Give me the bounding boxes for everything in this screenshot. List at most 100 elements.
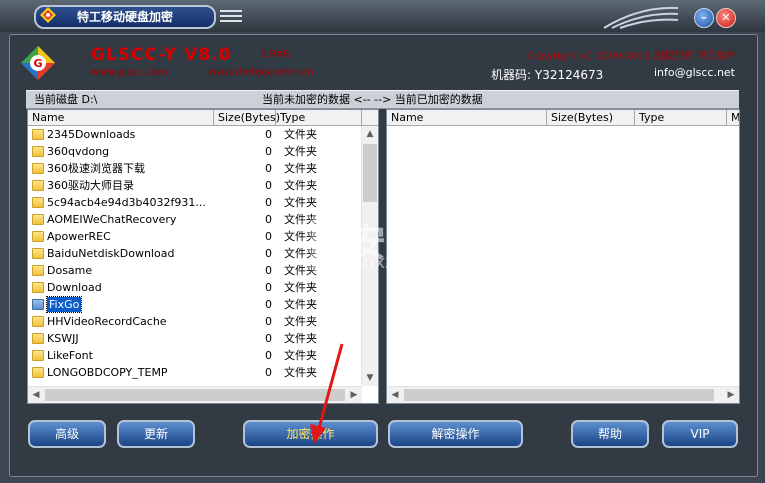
file-size: 0 (265, 196, 272, 209)
file-type: 文件夹 (284, 315, 317, 328)
file-size: 0 (265, 230, 272, 243)
column-name[interactable]: Name (387, 110, 547, 125)
file-size: 0 (265, 264, 272, 277)
site-link-2[interactable]: www.theteacomm.cn (208, 67, 314, 78)
scroll-up-icon[interactable]: ▲ (362, 126, 378, 142)
file-size: 0 (265, 298, 272, 311)
file-name: KSWJJ (47, 332, 79, 345)
folder-icon (32, 350, 44, 361)
folder-icon (32, 163, 44, 174)
file-type: 文件夹 (284, 179, 317, 192)
column-size[interactable]: Size(Bytes) (214, 110, 280, 125)
folder-icon (32, 197, 44, 208)
file-name: 360极速浏览器下载 (47, 162, 145, 175)
file-type: 文件夹 (284, 298, 317, 311)
folder-icon (32, 180, 44, 191)
status-bar: 当前磁盘 D:\ 当前未加密的数据 <-- --> 当前已加密的数据 (26, 90, 739, 109)
contact-email[interactable]: info@glscc.net (654, 66, 735, 79)
file-name: BaiduNetdiskDownload (47, 247, 175, 260)
folder-icon (32, 129, 44, 140)
column-name[interactable]: Name (28, 110, 214, 125)
file-name: 2345Downloads (47, 128, 136, 141)
file-size: 0 (265, 128, 272, 141)
file-name: FixGo (45, 296, 83, 313)
folder-icon (32, 248, 44, 259)
file-size: 0 (265, 179, 272, 192)
table-row[interactable]: Download 0 文件夹 (28, 279, 360, 296)
column-type[interactable]: Type (276, 110, 362, 125)
site-link-1[interactable]: www.glscc.com (91, 67, 168, 78)
copyright-text: Copyright (c) 2009-2019 版权所有 特工软件 (527, 51, 737, 62)
machine-code: 机器码: Y32124673 (491, 68, 604, 82)
scroll-thumb[interactable] (363, 144, 377, 202)
table-row[interactable]: 360极速浏览器下载 0 文件夹 (28, 160, 360, 177)
file-size: 0 (265, 332, 272, 345)
table-row[interactable]: FixGo 0 文件夹 (28, 296, 360, 313)
file-type: 文件夹 (284, 128, 317, 141)
file-name: 360qvdong (47, 145, 110, 158)
table-row[interactable]: 360驱动大师目录 0 文件夹 (28, 177, 360, 194)
scroll-down-icon[interactable]: ▼ (362, 370, 378, 386)
refresh-button[interactable]: 更新 (117, 420, 195, 448)
file-size: 0 (265, 145, 272, 158)
column-type[interactable]: Type (635, 110, 727, 125)
horizontal-scroll-thumb[interactable] (404, 389, 714, 401)
file-name: HHVideoRecordCache (47, 315, 167, 328)
scroll-right-icon[interactable]: ▶ (723, 387, 739, 403)
file-name: LONGOBDCOPY_TEMP (47, 366, 168, 379)
direction-label: 当前未加密的数据 <-- --> 当前已加密的数据 (262, 93, 483, 106)
folder-icon (32, 299, 44, 310)
table-row[interactable]: 360qvdong 0 文件夹 (28, 143, 360, 160)
folder-icon (32, 146, 44, 157)
file-size: 0 (265, 366, 272, 379)
file-type: 文件夹 (284, 196, 317, 209)
file-name: 360驱动大师目录 (47, 179, 134, 192)
file-name: AOMEIWeChatRecovery (47, 213, 177, 226)
file-name: Download (47, 281, 102, 294)
logo-icon: G (21, 46, 55, 80)
file-type: 文件夹 (284, 145, 317, 158)
current-disk-label: 当前磁盘 D:\ (34, 93, 98, 106)
scroll-left-icon[interactable]: ◀ (28, 387, 44, 403)
column-more[interactable]: M (727, 110, 739, 125)
folder-icon (32, 214, 44, 225)
advanced-button[interactable]: 高级 (28, 420, 106, 448)
decorative-swoosh-icon (603, 6, 679, 29)
file-size: 0 (265, 349, 272, 362)
watermark-subtext: anxz.com (352, 252, 439, 273)
window-title: 特工移动硬盘加密 (34, 5, 216, 29)
file-type: 文件夹 (284, 281, 317, 294)
minimize-button[interactable]: – (694, 8, 714, 28)
column-size[interactable]: Size(Bytes) (547, 110, 635, 125)
help-button[interactable]: 帮助 (571, 420, 649, 448)
file-size: 0 (265, 247, 272, 260)
window-title-text: 特工移动硬盘加密 (76, 10, 173, 24)
menu-icon[interactable] (220, 10, 242, 24)
file-name: ApowerREC (47, 230, 111, 243)
vip-button[interactable]: VIP (662, 420, 738, 448)
file-size: 0 (265, 281, 272, 294)
close-button[interactable]: ✕ (716, 8, 736, 28)
annotation-arrow-icon (310, 343, 344, 444)
brand-name: GLSCC-Y V8.0 (91, 45, 232, 65)
horizontal-scrollbar[interactable]: ◀ ▶ (387, 386, 739, 403)
folder-icon (32, 316, 44, 327)
table-row[interactable]: 2345Downloads 0 文件夹 (28, 126, 360, 143)
table-row[interactable]: 5c94acb4e94d3b4032f931... 0 文件夹 (28, 194, 360, 211)
column-header: Name Size(Bytes) Type M (387, 110, 739, 126)
scroll-left-icon[interactable]: ◀ (387, 387, 403, 403)
file-name: Dosame (47, 264, 93, 277)
version-sub: 2.RAR (260, 49, 290, 60)
file-name: LikeFont (47, 349, 93, 362)
folder-icon (32, 367, 44, 378)
folder-icon (32, 282, 44, 293)
decrypt-button[interactable]: 解密操作 (388, 420, 523, 448)
table-row[interactable]: HHVideoRecordCache 0 文件夹 (28, 313, 360, 330)
file-name: 5c94acb4e94d3b4032f931... (47, 196, 206, 209)
folder-icon (32, 231, 44, 242)
folder-icon (32, 265, 44, 276)
file-size: 0 (265, 213, 272, 226)
file-size: 0 (265, 162, 272, 175)
file-type: 文件夹 (284, 162, 317, 175)
app-icon (40, 7, 56, 23)
